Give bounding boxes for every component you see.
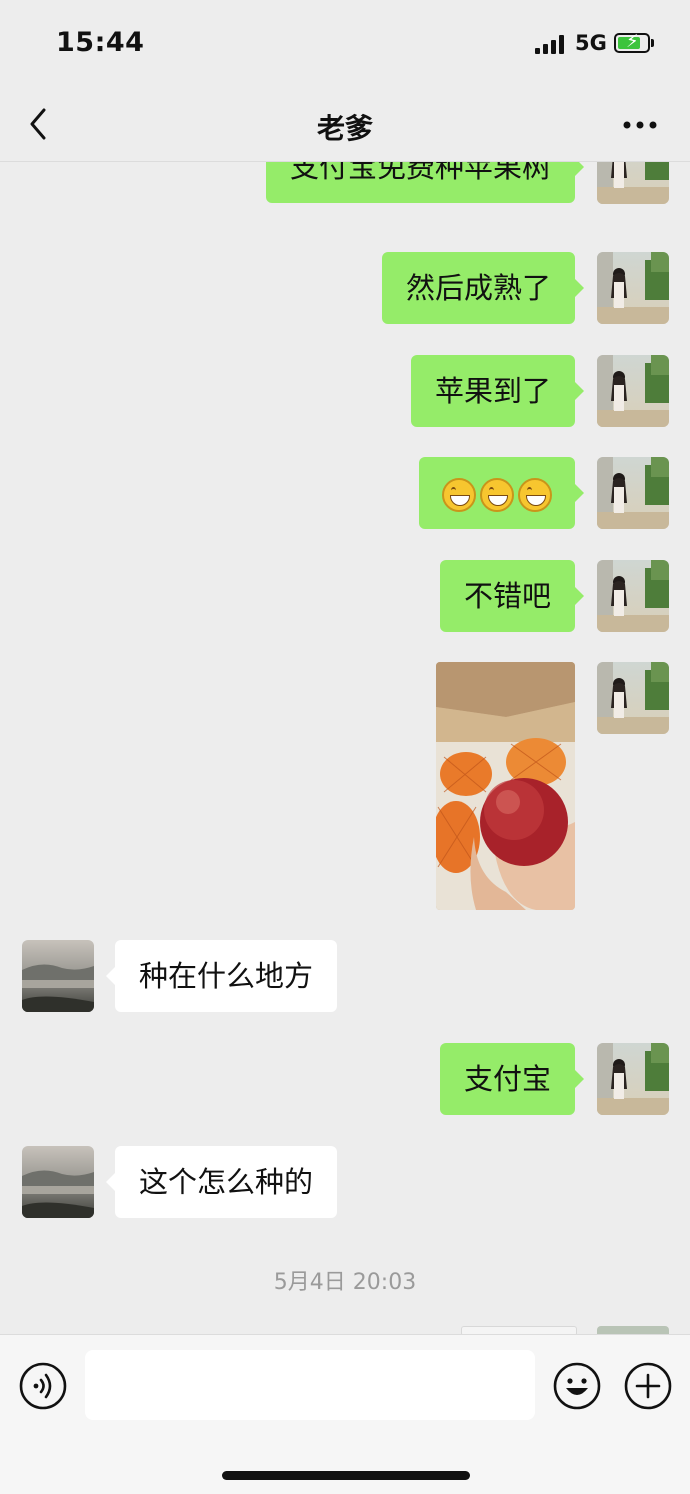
- message-bubble[interactable]: 支付宝: [439, 1043, 585, 1115]
- message-bubble[interactable]: 苹果到了: [410, 355, 585, 427]
- network-type: 5G: [575, 31, 607, 55]
- nav-bar: 老爹: [0, 90, 690, 162]
- contact-avatar[interactable]: [22, 940, 94, 1012]
- more-icon[interactable]: [618, 110, 662, 140]
- emoji-message-bubble[interactable]: [419, 457, 584, 529]
- grin-emoji-icon: [518, 478, 552, 512]
- message-bubble[interactable]: 支付宝免费种苹果树: [265, 162, 585, 203]
- message-bubble[interactable]: 种在什么地方: [105, 940, 338, 1012]
- message-row: [0, 457, 690, 537]
- message-row: [0, 662, 690, 912]
- my-avatar[interactable]: [597, 162, 669, 204]
- voice-icon[interactable]: [19, 1362, 67, 1410]
- image-message-partial[interactable]: [461, 1326, 577, 1334]
- chat-area[interactable]: 支付宝免费种苹果树 然后成熟了 苹果到了 不错吧 种在什么地方 支付宝 这个怎么…: [0, 162, 690, 1334]
- message-row-partial: [0, 1326, 690, 1334]
- plus-icon[interactable]: [624, 1362, 672, 1410]
- message-row: 然后成熟了: [0, 252, 690, 332]
- contact-avatar[interactable]: [22, 1146, 94, 1218]
- home-indicator: [222, 1471, 470, 1480]
- message-row: 支付宝免费种苹果树: [0, 162, 690, 222]
- chat-title: 老爹: [316, 112, 373, 145]
- message-row: 种在什么地方: [0, 940, 690, 1020]
- battery-icon: ⚡: [614, 32, 650, 53]
- message-row: 苹果到了: [0, 355, 690, 435]
- message-row: 这个怎么种的: [0, 1146, 690, 1226]
- apple-photo[interactable]: [436, 662, 575, 910]
- signal-icon: [535, 34, 567, 54]
- grin-emoji-icon: [442, 478, 476, 512]
- status-time: 15:44: [56, 27, 145, 58]
- grin-emoji-icon: [480, 478, 514, 512]
- timestamp: 5月4日 20:03: [273, 1270, 417, 1295]
- emoji-icon[interactable]: [553, 1362, 601, 1410]
- my-avatar[interactable]: [597, 662, 669, 734]
- message-bubble[interactable]: 这个怎么种的: [105, 1146, 338, 1218]
- message-row: 支付宝: [0, 1043, 690, 1123]
- my-avatar[interactable]: [597, 457, 669, 529]
- my-avatar[interactable]: [597, 252, 669, 324]
- my-avatar[interactable]: [597, 1326, 669, 1334]
- status-bar: 15:44 5G ⚡: [0, 0, 690, 90]
- message-bubble[interactable]: 然后成熟了: [381, 252, 585, 324]
- my-avatar[interactable]: [597, 1043, 669, 1115]
- message-input[interactable]: [85, 1350, 535, 1420]
- input-bar: [0, 1334, 690, 1494]
- my-avatar[interactable]: [597, 355, 669, 427]
- message-bubble[interactable]: 不错吧: [439, 560, 585, 632]
- my-avatar[interactable]: [597, 560, 669, 632]
- message-row: 不错吧: [0, 560, 690, 640]
- battery-cap: [651, 39, 654, 47]
